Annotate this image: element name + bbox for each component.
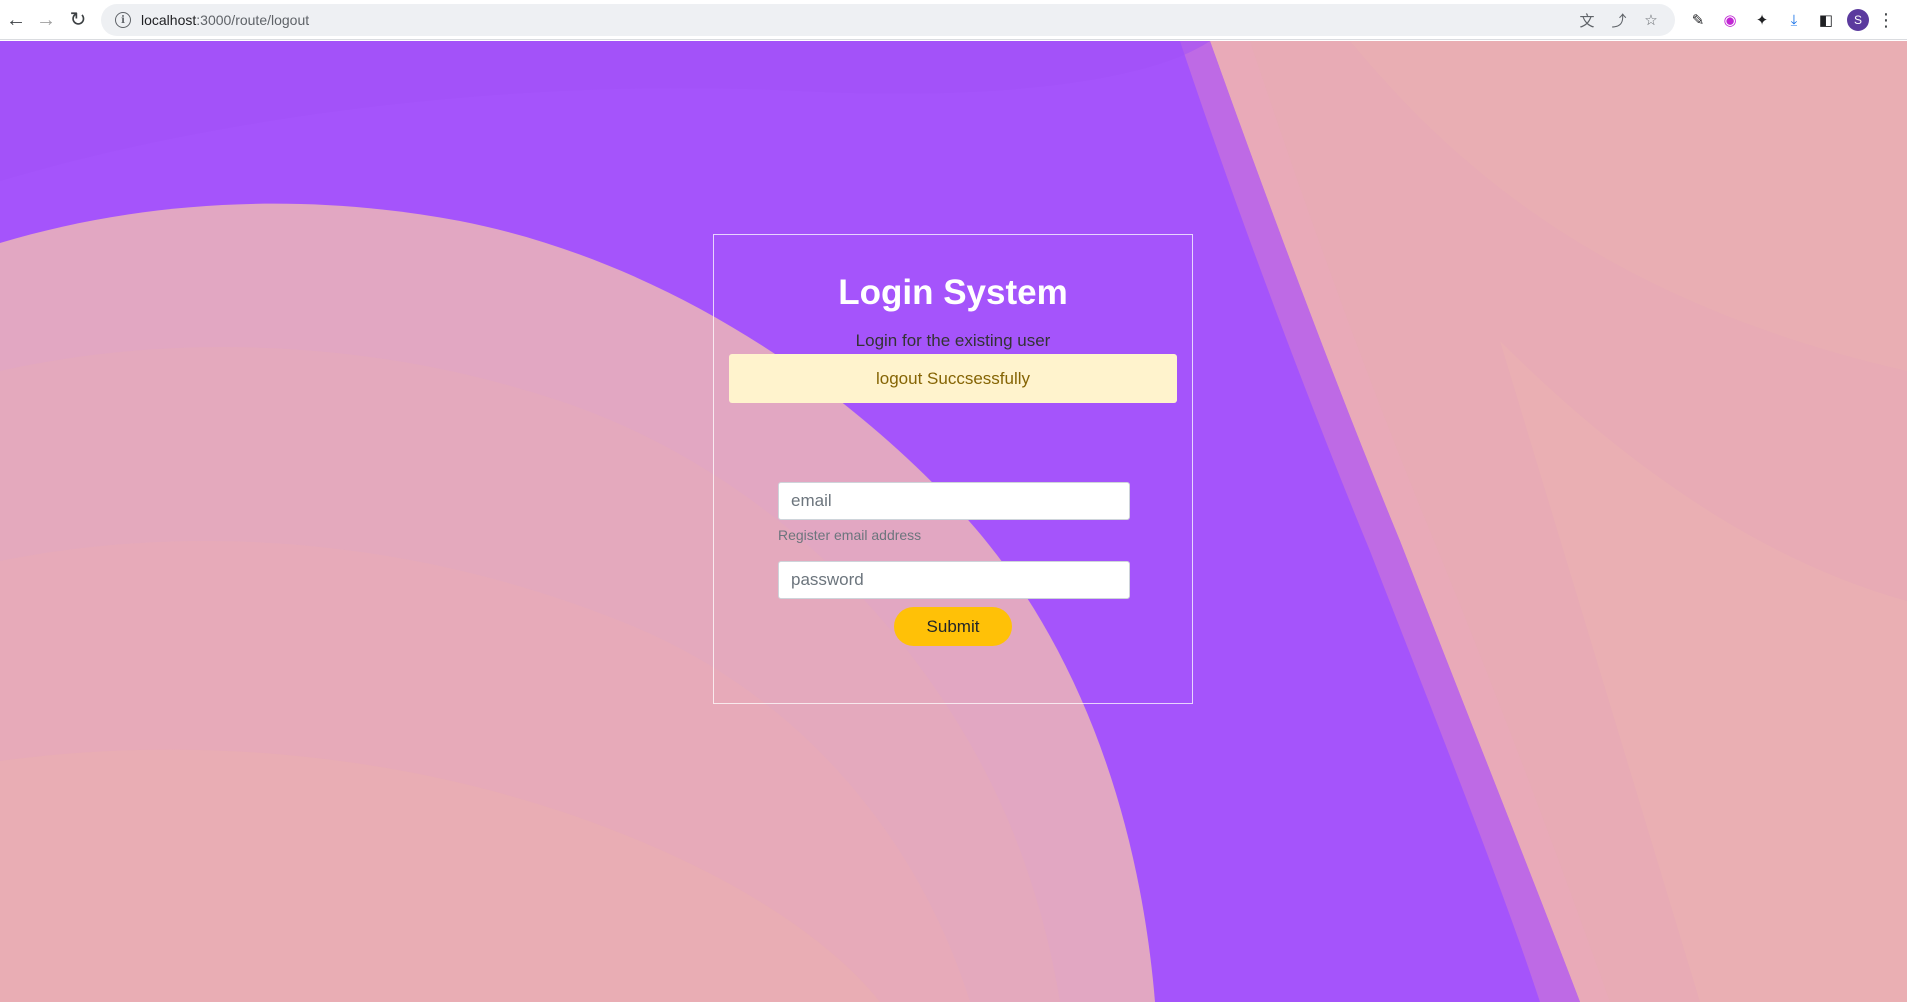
- forward-button[interactable]: →: [30, 4, 62, 36]
- download-icon[interactable]: ⤓: [1780, 6, 1808, 34]
- back-button[interactable]: ←: [0, 4, 32, 36]
- eyedropper-icon[interactable]: ✎: [1684, 6, 1712, 34]
- page-subtitle: Login for the existing user: [855, 331, 1051, 350]
- url-host: localhost: [141, 12, 197, 28]
- address-bar-actions: 文 ⤴ ☆: [1573, 6, 1665, 34]
- email-field[interactable]: [778, 482, 1130, 520]
- star-icon[interactable]: ☆: [1637, 6, 1665, 34]
- browser-toolbar: ← → ↻ i localhost:3000/route/logout 文 ⤴ …: [0, 0, 1907, 40]
- color-extension-icon[interactable]: ◉: [1716, 6, 1744, 34]
- extensions-bar: ✎ ◉ ✦ ⤓ ◧ S ⋮: [1684, 4, 1896, 36]
- side-panel-icon[interactable]: ◧: [1812, 6, 1840, 34]
- url-text[interactable]: localhost:3000/route/logout: [141, 12, 309, 28]
- password-field[interactable]: [778, 561, 1130, 599]
- avatar: S: [1847, 9, 1869, 31]
- arrow-left-icon: ←: [6, 9, 26, 31]
- reload-icon: ↻: [69, 9, 87, 31]
- translate-icon[interactable]: 文: [1573, 6, 1601, 34]
- arrow-right-icon: →: [36, 9, 56, 31]
- email-help-text: Register email address: [778, 527, 922, 543]
- submit-button[interactable]: Submit: [894, 607, 1012, 646]
- reload-button[interactable]: ↻: [62, 4, 94, 36]
- page-background: Login System Login for the existing user…: [0, 41, 1907, 1002]
- logout-alert: logout Succsessfully: [729, 354, 1177, 403]
- profile-button[interactable]: S: [1844, 6, 1872, 34]
- alert-message: logout Succsessfully: [875, 368, 1031, 388]
- url-path: :3000/route/logout: [196, 12, 310, 28]
- login-card: Login System Login for the existing user…: [713, 234, 1193, 704]
- info-icon[interactable]: i: [115, 12, 131, 28]
- kebab-menu-icon[interactable]: ⋮: [1876, 10, 1896, 31]
- address-bar[interactable]: i localhost:3000/route/logout 文 ⤴ ☆: [101, 4, 1675, 36]
- page-title: Login System: [838, 273, 1068, 312]
- puzzle-icon[interactable]: ✦: [1748, 6, 1776, 34]
- share-icon[interactable]: ⤴: [1605, 6, 1633, 34]
